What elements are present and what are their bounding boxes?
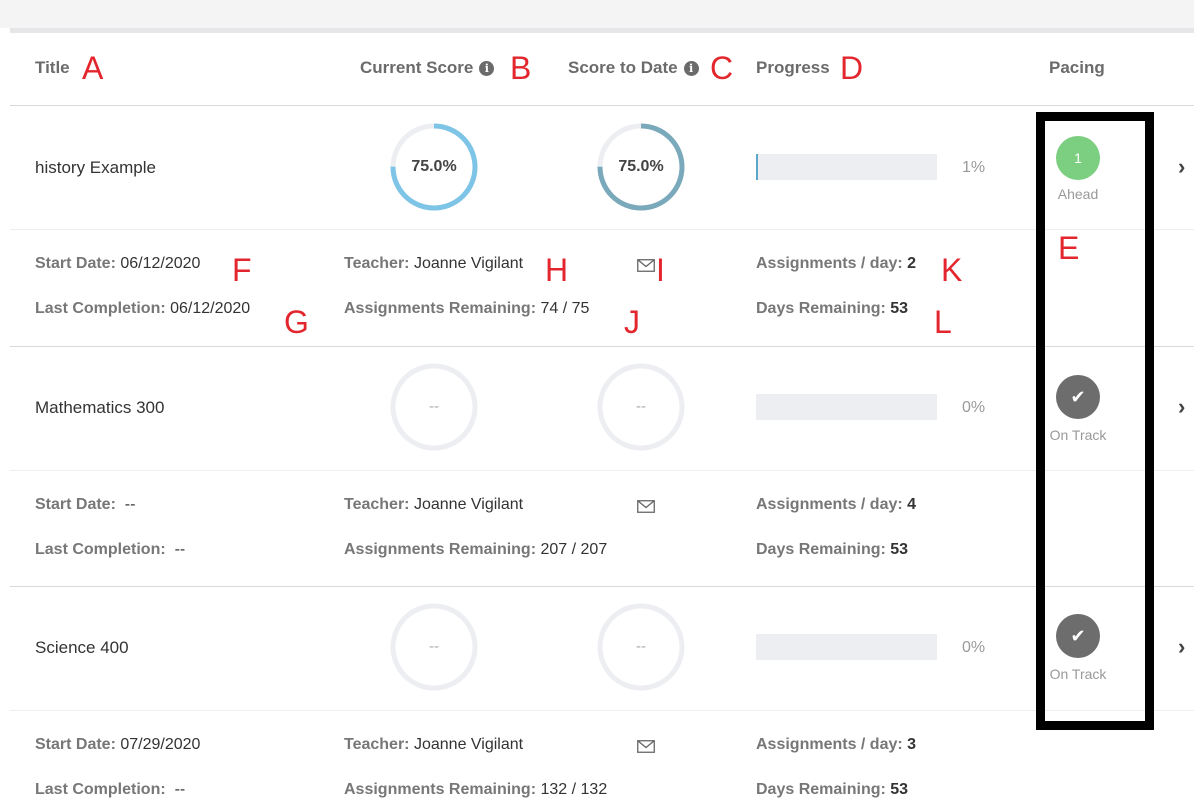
row-divider <box>10 586 1194 587</box>
assignments-per-day: Assignments / day: 3 <box>756 736 917 753</box>
mail-icon[interactable] <box>637 500 655 513</box>
annotation-c: C <box>710 50 734 86</box>
progress-bar-fill <box>756 154 758 180</box>
start-date: Start Date: 06/12/2020 <box>35 255 201 272</box>
assignments-per-day: Assignments / day: 4 <box>756 496 917 513</box>
course-title[interactable]: Mathematics 300 <box>35 398 164 418</box>
last-completion: Last Completion: 06/12/2020 <box>35 300 251 317</box>
annotation-h: H <box>545 252 569 288</box>
current-score-ring: -- <box>389 602 479 692</box>
start-date: Start Date: 07/29/2020 <box>35 736 201 753</box>
assignments-per-day: Assignments / day: 2 <box>756 255 917 272</box>
progress-bar <box>756 154 937 180</box>
row-inner-divider <box>10 470 1194 471</box>
column-header-current-score: Current Score i <box>360 58 495 78</box>
mail-icon[interactable] <box>637 259 655 272</box>
current-score-value: -- <box>429 638 439 655</box>
start-date: Start Date: -- <box>35 496 136 513</box>
assignments-remaining: Assignments Remaining: 74 / 75 <box>344 300 590 317</box>
column-header-score-to-date: Score to Date i <box>568 58 699 78</box>
progress-bar <box>756 394 937 420</box>
top-bar-divider <box>10 28 1194 33</box>
chevron-right-icon[interactable]: › <box>1178 154 1185 180</box>
score-to-date-ring: -- <box>596 362 686 452</box>
progress-percent: 0% <box>962 639 986 656</box>
column-header-pacing: Pacing <box>1049 58 1105 77</box>
assignments-remaining: Assignments Remaining: 132 / 132 <box>344 781 608 798</box>
progress-bar <box>756 634 937 660</box>
current-score-ring: -- <box>389 362 479 452</box>
annotation-g: G <box>284 304 309 340</box>
annotation-a: A <box>82 50 104 86</box>
score-to-date-ring: -- <box>596 602 686 692</box>
annotation-k: K <box>941 252 963 288</box>
course-title[interactable]: history Example <box>35 158 156 178</box>
score-to-date-value: -- <box>636 398 646 415</box>
current-score-value: -- <box>429 398 439 415</box>
chevron-right-icon[interactable]: › <box>1178 634 1185 660</box>
row-inner-divider <box>10 229 1194 230</box>
top-bar <box>0 0 1194 28</box>
current-score-ring: 75.0% <box>389 122 479 212</box>
days-remaining: Days Remaining: 53 <box>756 300 909 317</box>
chevron-right-icon[interactable]: › <box>1178 394 1185 420</box>
row-inner-divider <box>10 710 1194 711</box>
annotation-d: D <box>840 50 864 86</box>
teacher: Teacher: Joanne Vigilant <box>344 736 524 753</box>
annotation-b: B <box>510 50 532 86</box>
score-to-date-ring: 75.0% <box>596 122 686 212</box>
assignments-remaining: Assignments Remaining: 207 / 207 <box>344 541 608 558</box>
info-icon[interactable]: i <box>683 61 699 76</box>
progress-percent: 0% <box>962 399 986 416</box>
column-header-title: Title <box>35 58 70 77</box>
teacher: Teacher: Joanne Vigilant <box>344 255 524 272</box>
annotation-l: L <box>934 304 952 340</box>
last-completion: Last Completion: -- <box>35 541 186 558</box>
pacing-highlight-box <box>1036 112 1154 730</box>
days-remaining: Days Remaining: 53 <box>756 781 909 798</box>
teacher: Teacher: Joanne Vigilant <box>344 496 524 513</box>
last-completion: Last Completion: -- <box>35 781 186 798</box>
info-icon[interactable]: i <box>479 61 495 76</box>
annotation-f: F <box>232 252 252 288</box>
days-remaining: Days Remaining: 53 <box>756 541 909 558</box>
score-to-date-value: -- <box>636 638 646 655</box>
progress-percent: 1% <box>962 159 986 176</box>
header-divider <box>10 105 1194 106</box>
annotation-j: J <box>624 304 640 340</box>
row-divider <box>10 346 1194 347</box>
score-to-date-value: 75.0% <box>618 158 664 175</box>
course-title[interactable]: Science 400 <box>35 638 129 658</box>
annotation-i: I <box>656 252 665 288</box>
mail-icon[interactable] <box>637 740 655 753</box>
column-header-progress: Progress <box>756 58 830 77</box>
current-score-value: 75.0% <box>411 158 457 175</box>
